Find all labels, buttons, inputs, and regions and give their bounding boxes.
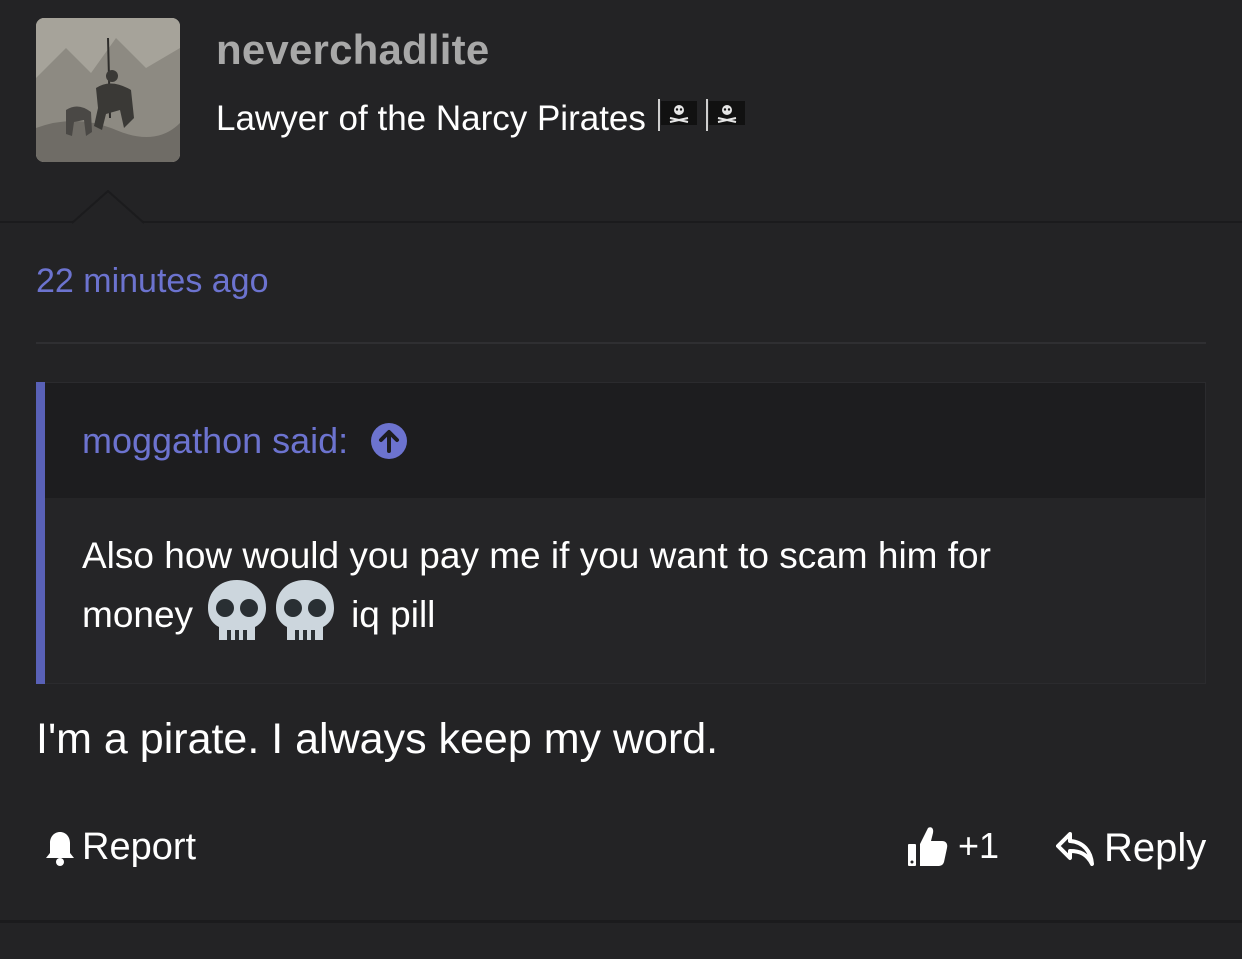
pirate-flag-icon: [656, 97, 700, 140]
reply-label[interactable]: Reply: [1104, 826, 1206, 871]
separator: [36, 342, 1206, 344]
reply-arrow-icon: [1056, 831, 1094, 866]
like-count: +1: [958, 825, 1000, 866]
bell-icon: [44, 829, 76, 867]
pirate-flag-icon: [704, 97, 748, 140]
user-title-text: Lawyer of the Narcy Pirates: [216, 98, 646, 138]
skull-icon: [205, 578, 269, 653]
like-button[interactable]: +1: [906, 824, 999, 868]
caret-pointer: [72, 190, 144, 224]
quote-text-line1: Also how would you pay me if you want to…: [82, 535, 991, 576]
quote-bar: [36, 382, 45, 684]
header-divider: [0, 221, 1242, 223]
report-button[interactable]: Report: [44, 826, 196, 869]
avatar[interactable]: [36, 18, 180, 162]
post-actions: Report +1 Reply: [0, 820, 1242, 880]
post-message: I'm a pirate. I always keep my word.: [36, 715, 719, 763]
post-header: neverchadlite Lawyer of the Narcy Pirate…: [0, 0, 1242, 221]
user-title: Lawyer of the Narcy Pirates: [216, 97, 748, 140]
reply-button[interactable]: Reply: [1056, 826, 1206, 871]
quote-text-line2: money iq pill: [82, 578, 436, 653]
quote-text-money: money: [82, 594, 194, 635]
post-bottom-divider: [0, 920, 1242, 923]
quote-author-text[interactable]: moggathon said:: [82, 420, 348, 462]
username[interactable]: neverchadlite: [216, 26, 489, 74]
skull-icon: [273, 578, 337, 653]
post-timestamp[interactable]: 22 minutes ago: [36, 262, 269, 301]
quote-text-iq-pill: iq pill: [351, 594, 436, 635]
quote-author-link[interactable]: moggathon said:: [82, 420, 408, 462]
thumbs-up-icon[interactable]: [906, 824, 948, 868]
arrow-up-circle-icon[interactable]: [370, 422, 408, 460]
report-label[interactable]: Report: [82, 826, 196, 869]
